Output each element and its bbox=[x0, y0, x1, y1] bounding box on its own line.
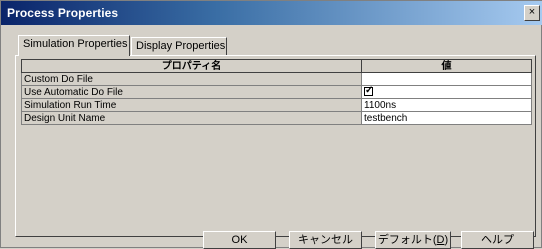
help-button[interactable]: ヘルプ bbox=[461, 231, 534, 249]
tab-display-properties[interactable]: Display Properties bbox=[131, 37, 227, 55]
process-properties-dialog: Process Properties × Simulation Properti… bbox=[0, 0, 542, 249]
title-bar[interactable]: Process Properties × bbox=[1, 1, 542, 25]
tab-simulation-properties[interactable]: Simulation Properties bbox=[18, 35, 130, 56]
custom-do-file-field[interactable] bbox=[361, 72, 532, 86]
default-button[interactable]: デフォルト(D) bbox=[375, 231, 451, 249]
property-name[interactable]: Use Automatic Do File bbox=[21, 85, 362, 99]
close-icon: × bbox=[528, 6, 536, 18]
default-button-label: デフォルト( bbox=[377, 234, 437, 246]
column-header-property-name[interactable]: プロパティ名 bbox=[21, 59, 362, 73]
close-button[interactable]: × bbox=[524, 5, 540, 21]
use-automatic-do-file-checkbox[interactable] bbox=[364, 87, 373, 97]
table-row: Design Unit Name testbench bbox=[21, 111, 532, 125]
property-grid: プロパティ名 値 Custom Do File Use Automatic Do… bbox=[21, 59, 532, 125]
cancel-button[interactable]: キャンセル bbox=[289, 231, 362, 249]
property-name[interactable]: Design Unit Name bbox=[21, 111, 362, 125]
ok-button[interactable]: OK bbox=[203, 231, 276, 249]
simulation-run-time-field[interactable]: 1100ns bbox=[361, 98, 532, 112]
table-row: Simulation Run Time 1100ns bbox=[21, 98, 532, 112]
property-name[interactable]: Simulation Run Time bbox=[21, 98, 362, 112]
table-row: Use Automatic Do File bbox=[21, 85, 532, 99]
default-button-label-end: ) bbox=[444, 234, 449, 246]
design-unit-name-field[interactable]: testbench bbox=[361, 111, 532, 125]
property-name[interactable]: Custom Do File bbox=[21, 72, 362, 86]
column-header-value[interactable]: 値 bbox=[361, 59, 532, 73]
grid-header-row: プロパティ名 値 bbox=[21, 59, 532, 73]
dialog-title: Process Properties bbox=[7, 6, 119, 20]
table-row: Custom Do File bbox=[21, 72, 532, 86]
use-automatic-do-file-cell[interactable] bbox=[361, 85, 532, 99]
